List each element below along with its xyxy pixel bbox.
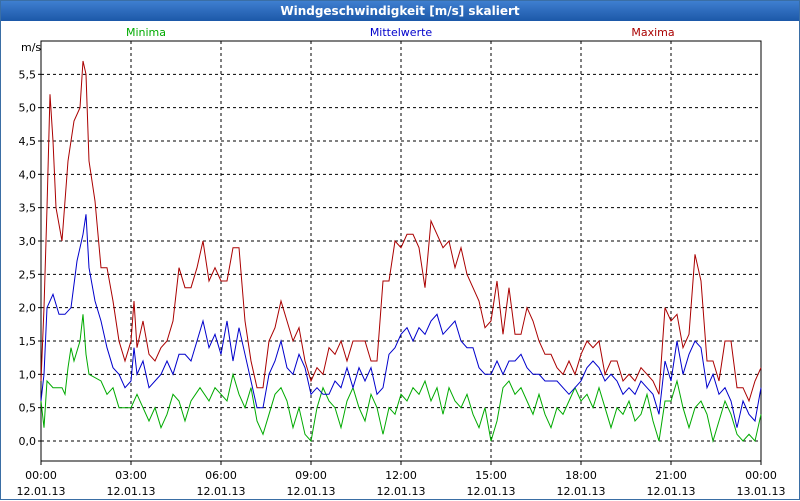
y-axis: 0,0 0,5 1,0 1,5 2,0 2,5 3,0 3,5 4,0 4,5 5,0 5,5	[19, 68, 41, 448]
x-tick-date: 12.01.13	[647, 485, 696, 498]
x-tick-date: 12.01.13	[197, 485, 246, 498]
x-tick-time: 03:00	[115, 469, 147, 482]
y-tick-label: 1,5	[19, 335, 37, 348]
x-tick-time: 00:00	[745, 469, 777, 482]
legend-mittelwerte: Mittelwerte	[370, 26, 433, 39]
x-tick-time: 09:00	[295, 469, 327, 482]
legend-maxima: Maxima	[631, 26, 674, 39]
y-tick-label: 4,5	[19, 135, 37, 148]
y-tick-label: 3,5	[19, 202, 37, 215]
y-tick-label: 4,0	[19, 168, 37, 181]
x-tick-date: 12.01.13	[107, 485, 156, 498]
x-tick-time: 18:00	[565, 469, 597, 482]
legend: Minima Mittelwerte Maxima	[126, 26, 675, 39]
x-tick-date: 12.01.13	[467, 485, 516, 498]
chart-window: Windgeschwindigkeit [m/s] skaliert 0,0 0,…	[0, 0, 800, 500]
x-tick-time: 06:00	[205, 469, 237, 482]
x-tick-time: 15:00	[475, 469, 507, 482]
x-axis: 00:00 12.01.13 03:00 12.01.13 06:00 12.01.13 0…	[17, 461, 786, 498]
x-tick-date: 12.01.13	[377, 485, 426, 498]
x-tick-time: 21:00	[655, 469, 687, 482]
x-tick-time: 00:00	[25, 469, 57, 482]
wind-speed-chart: 0,0 0,5 1,0 1,5 2,0 2,5 3,0 3,5 4,0 4,5 5,0 5,5 00:…	[17, 26, 786, 498]
x-tick-time: 12:00	[385, 469, 417, 482]
y-tick-label: 1,0	[19, 368, 37, 381]
x-tick-date: 12.01.13	[557, 485, 606, 498]
y-tick-label: 2,0	[19, 302, 37, 315]
y-tick-label: 5,0	[19, 102, 37, 115]
x-tick-date: 13.01.13	[737, 485, 786, 498]
y-tick-label: 2,5	[19, 268, 37, 281]
y-tick-label: 3,0	[19, 235, 37, 248]
x-tick-date: 12.01.13	[287, 485, 336, 498]
y-tick-label: 0,0	[19, 435, 37, 448]
y-tick-label: 5,5	[19, 68, 37, 81]
x-tick-date: 12.01.13	[17, 485, 66, 498]
y-tick-label: 0,5	[19, 402, 37, 415]
y-axis-label: m/s	[21, 41, 41, 54]
legend-minima: Minima	[126, 26, 166, 39]
